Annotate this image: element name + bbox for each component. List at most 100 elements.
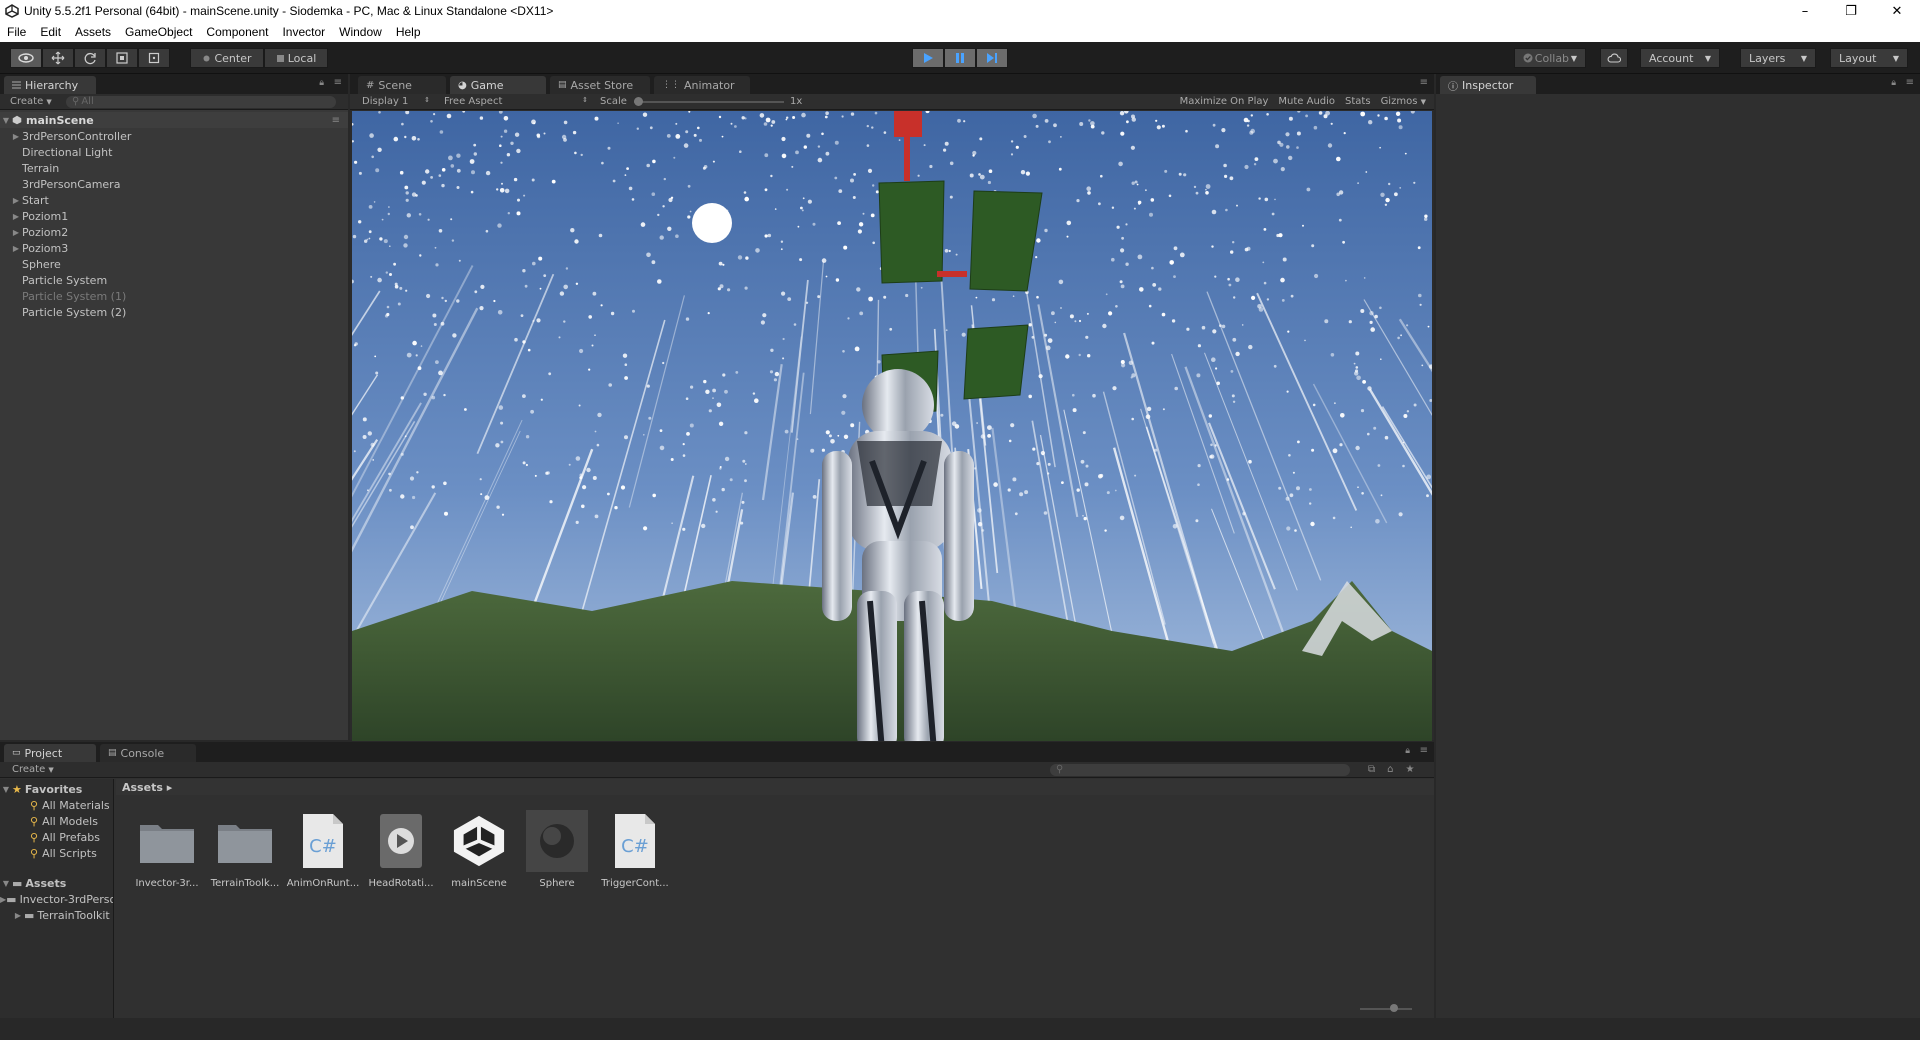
asset-folder-item[interactable]: ▶ ▬ Invector-3rdPerson <box>0 891 113 907</box>
asset-tile[interactable]: TerrainToolk... <box>206 810 284 900</box>
pivot-center-toggle[interactable]: Center <box>190 48 264 68</box>
slider-thumb[interactable] <box>1390 1004 1398 1012</box>
hierarchy-item[interactable]: ▶ Poziom1 <box>0 208 348 224</box>
stats-toggle[interactable]: Stats <box>1340 96 1376 107</box>
assets-section[interactable]: ▼ ▬ Assets <box>0 875 113 891</box>
create-dropdown[interactable]: Create ▼ <box>0 96 66 107</box>
scene-menu-icon[interactable]: ≡ <box>332 115 340 126</box>
menu-gameobject[interactable]: GameObject <box>118 25 199 39</box>
filter-label-icon[interactable]: ⌂ <box>1387 764 1393 775</box>
maximize-on-play-toggle[interactable]: Maximize On Play <box>1175 96 1274 107</box>
project-search-input[interactable]: ⚲ <box>1050 763 1350 776</box>
lock-icon[interactable]: 🔒︎ <box>1891 78 1896 88</box>
tab-game[interactable]: ◕ Game <box>450 76 546 94</box>
aspect-dropdown[interactable]: Free Aspect ⇕ <box>436 96 594 107</box>
hierarchy-item[interactable]: Particle System <box>0 272 348 288</box>
pause-button[interactable] <box>944 48 976 68</box>
favorite-star-icon[interactable]: ★ <box>1406 764 1415 775</box>
lock-icon[interactable]: 🔒︎ <box>319 78 324 88</box>
tab-project[interactable]: ▭ Project <box>4 744 96 762</box>
filter-type-icon[interactable]: ⧉ <box>1368 764 1375 775</box>
collab-dropdown[interactable]: Collab ▼ <box>1514 48 1586 68</box>
scale-tool-button[interactable] <box>106 48 138 68</box>
expand-arrow-icon[interactable]: ▶ <box>10 132 22 141</box>
asset-tile[interactable]: Invector-3r... <box>128 810 206 900</box>
account-dropdown[interactable]: Account ▼ <box>1640 48 1720 68</box>
menu-help[interactable]: Help <box>389 25 428 39</box>
hierarchy-item[interactable]: ▶ Poziom3 <box>0 240 348 256</box>
hierarchy-item[interactable]: Sphere <box>0 256 348 272</box>
hierarchy-item[interactable]: 3rdPersonCamera <box>0 176 348 192</box>
pivot-local-toggle[interactable]: Local <box>264 48 328 68</box>
lock-icon[interactable]: 🔒︎ <box>1405 746 1410 756</box>
tab-animator[interactable]: ⋮⋮ Animator <box>654 76 750 94</box>
menu-edit[interactable]: Edit <box>33 25 68 39</box>
hierarchy-item[interactable]: Terrain <box>0 160 348 176</box>
menu-component[interactable]: Component <box>199 25 275 39</box>
hierarchy-item[interactable]: Directional Light <box>0 144 348 160</box>
game-viewport[interactable] <box>352 111 1432 741</box>
favorite-item[interactable]: ⚲ All Models <box>0 813 113 829</box>
favorite-item[interactable]: ⚲ All Scripts <box>0 845 113 861</box>
favorite-item[interactable]: ⚲ All Materials <box>0 797 113 813</box>
cloud-button[interactable] <box>1600 48 1628 68</box>
move-tool-button[interactable] <box>42 48 74 68</box>
step-button[interactable] <box>976 48 1008 68</box>
display-dropdown[interactable]: Display 1 ⇕ <box>350 96 436 107</box>
favorites-section[interactable]: ▼ ★ Favorites <box>0 781 113 797</box>
hierarchy-search-input[interactable]: ⚲ All <box>66 95 336 108</box>
hierarchy-item[interactable]: ▶ Poziom2 <box>0 224 348 240</box>
expand-arrow-icon[interactable]: ▼ <box>0 116 12 125</box>
tab-inspector[interactable]: ⓘ Inspector <box>1440 76 1536 94</box>
asset-tile[interactable]: C# AnimOnRunt... <box>284 810 362 900</box>
rotate-tool-button[interactable] <box>74 48 106 68</box>
asset-tile[interactable]: mainScene <box>440 810 518 900</box>
panel-menu-icon[interactable]: ≡ <box>1420 77 1428 88</box>
menu-assets[interactable]: Assets <box>68 25 118 39</box>
expand-arrow-icon[interactable]: ▼ <box>0 785 12 794</box>
view-tool-button[interactable] <box>10 48 42 68</box>
thumbnail-size-slider[interactable] <box>1360 1004 1412 1014</box>
menu-file[interactable]: File <box>0 25 33 39</box>
tab-console[interactable]: ▤ Console <box>100 744 196 762</box>
expand-arrow-icon[interactable]: ▼ <box>0 879 12 888</box>
expand-arrow-icon[interactable]: ▶ <box>10 196 22 205</box>
tab-scene[interactable]: # Scene <box>358 76 446 94</box>
panel-menu-icon[interactable]: ≡ <box>334 77 342 88</box>
scale-slider[interactable] <box>634 96 784 107</box>
breadcrumb-assets[interactable]: Assets ▸ <box>122 781 172 794</box>
hierarchy-item[interactable]: Particle System (2) <box>0 304 348 320</box>
play-button[interactable] <box>912 48 944 68</box>
asset-tile[interactable]: Sphere <box>518 810 596 900</box>
tab-hierarchy[interactable]: Hierarchy <box>4 76 96 94</box>
scene-root[interactable]: ▼ mainScene ≡ <box>0 112 348 128</box>
expand-arrow-icon[interactable]: ▶ <box>10 212 22 221</box>
rect-tool-button[interactable] <box>138 48 170 68</box>
menu-window[interactable]: Window <box>332 25 389 39</box>
menu-invector[interactable]: Invector <box>275 25 332 39</box>
hierarchy-item[interactable]: Particle System (1) <box>0 288 348 304</box>
snow-particle <box>375 371 379 375</box>
favorite-item[interactable]: ⚲ All Prefabs <box>0 829 113 845</box>
expand-arrow-icon[interactable]: ▶ <box>10 244 22 253</box>
project-create-dropdown[interactable]: Create ▼ <box>0 764 1050 775</box>
tab-asset-store[interactable]: ▤ Asset Store <box>550 76 650 94</box>
asset-tile[interactable]: HeadRotati... <box>362 810 440 900</box>
asset-tile[interactable]: C# TriggerCont... <box>596 810 674 900</box>
layout-dropdown[interactable]: Layout ▼ <box>1830 48 1908 68</box>
expand-arrow-icon[interactable]: ▶ <box>10 228 22 237</box>
hierarchy-item[interactable]: ▶ Start <box>0 192 348 208</box>
minimize-button[interactable]: – <box>1782 0 1828 22</box>
panel-menu-icon[interactable]: ≡ <box>1420 745 1428 756</box>
hierarchy-item[interactable]: ▶ 3rdPersonController <box>0 128 348 144</box>
close-button[interactable]: ✕ <box>1874 0 1920 22</box>
gizmos-dropdown[interactable]: Gizmos ▼ <box>1376 96 1434 107</box>
asset-folder-item[interactable]: ▶ ▬ TerrainToolkit <box>0 907 113 923</box>
expand-arrow-icon[interactable]: ▶ <box>12 911 24 920</box>
restore-button[interactable]: ❐ <box>1828 0 1874 22</box>
panel-menu-icon[interactable]: ≡ <box>1906 77 1914 88</box>
mute-audio-toggle[interactable]: Mute Audio <box>1273 96 1340 107</box>
layers-dropdown[interactable]: Layers ▼ <box>1740 48 1816 68</box>
slider-thumb[interactable] <box>634 96 643 106</box>
snow-particle <box>369 133 374 138</box>
